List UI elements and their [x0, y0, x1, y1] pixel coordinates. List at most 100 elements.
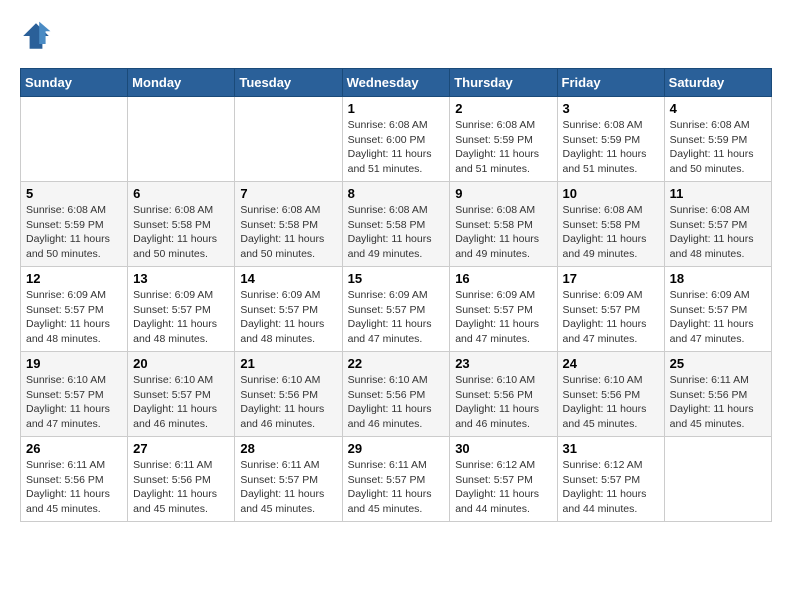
calendar-cell: 2Sunrise: 6:08 AM Sunset: 5:59 PM Daylig…	[450, 97, 557, 182]
calendar-cell: 11 Sunrise: 6:08 AM Sunset: 5:57 PM Dayli…	[664, 182, 771, 267]
calendar-cell	[664, 437, 771, 522]
day-info: Sunrise: 6:10 AM Sunset: 5:57 PM Dayligh…	[26, 373, 122, 432]
day-number: 25	[670, 356, 766, 371]
day-number: 22	[348, 356, 445, 371]
calendar-cell	[21, 97, 128, 182]
day-info: Sunrise: 6:08 AM Sunset: 5:59 PM Dayligh…	[26, 203, 122, 262]
day-number: 11	[670, 186, 766, 201]
day-info: Sunrise: 6:11 AM Sunset: 5:56 PM Dayligh…	[26, 458, 122, 517]
day-info: Sunrise: 6:08 AM Sunset: 5:58 PM Dayligh…	[133, 203, 229, 262]
day-info: Sunrise: 6:08 AM Sunset: 6:00 PM Dayligh…	[348, 118, 445, 177]
day-number: 10	[563, 186, 659, 201]
week-row-2: 5Sunrise: 6:08 AM Sunset: 5:59 PM Daylig…	[21, 182, 772, 267]
calendar-cell: 13 Sunrise: 6:09 AM Sunset: 5:57 PM Dayli…	[128, 267, 235, 352]
day-header-sunday: Sunday	[21, 69, 128, 97]
calendar-cell: 19 Sunrise: 6:10 AM Sunset: 5:57 PM Dayli…	[21, 352, 128, 437]
calendar-cell: 31 Sunrise: 6:12 AM Sunset: 5:57 PM Dayli…	[557, 437, 664, 522]
calendar-cell: 14 Sunrise: 6:09 AM Sunset: 5:57 PM Dayli…	[235, 267, 342, 352]
day-number: 27	[133, 441, 229, 456]
day-info: Sunrise: 6:11 AM Sunset: 5:57 PM Dayligh…	[348, 458, 445, 517]
calendar-cell: 26 Sunrise: 6:11 AM Sunset: 5:56 PM Dayli…	[21, 437, 128, 522]
calendar-cell: 25 Sunrise: 6:11 AM Sunset: 5:56 PM Dayli…	[664, 352, 771, 437]
day-number: 18	[670, 271, 766, 286]
calendar-cell: 3 Sunrise: 6:08 AM Sunset: 5:59 PM Daylig…	[557, 97, 664, 182]
calendar-cell: 15Sunrise: 6:09 AM Sunset: 5:57 PM Dayli…	[342, 267, 450, 352]
day-number: 30	[455, 441, 551, 456]
day-info: Sunrise: 6:08 AM Sunset: 5:58 PM Dayligh…	[563, 203, 659, 262]
day-number: 2	[455, 101, 551, 116]
calendar-header: SundayMondayTuesdayWednesdayThursdayFrid…	[21, 69, 772, 97]
day-info: Sunrise: 6:12 AM Sunset: 5:57 PM Dayligh…	[563, 458, 659, 517]
day-number: 8	[348, 186, 445, 201]
page-header	[20, 20, 772, 52]
logo	[20, 20, 56, 52]
day-number: 6	[133, 186, 229, 201]
day-info: Sunrise: 6:09 AM Sunset: 5:57 PM Dayligh…	[670, 288, 766, 347]
day-info: Sunrise: 6:10 AM Sunset: 5:56 PM Dayligh…	[240, 373, 336, 432]
day-number: 9	[455, 186, 551, 201]
calendar-cell: 29 Sunrise: 6:11 AM Sunset: 5:57 PM Dayli…	[342, 437, 450, 522]
day-number: 14	[240, 271, 336, 286]
day-info: Sunrise: 6:08 AM Sunset: 5:58 PM Dayligh…	[240, 203, 336, 262]
day-info: Sunrise: 6:10 AM Sunset: 5:56 PM Dayligh…	[455, 373, 551, 432]
day-number: 3	[563, 101, 659, 116]
calendar-cell: 8 Sunrise: 6:08 AM Sunset: 5:58 PM Daylig…	[342, 182, 450, 267]
calendar-cell: 4 Sunrise: 6:08 AM Sunset: 5:59 PM Daylig…	[664, 97, 771, 182]
day-info: Sunrise: 6:08 AM Sunset: 5:57 PM Dayligh…	[670, 203, 766, 262]
day-info: Sunrise: 6:08 AM Sunset: 5:58 PM Dayligh…	[348, 203, 445, 262]
day-header-friday: Friday	[557, 69, 664, 97]
day-info: Sunrise: 6:09 AM Sunset: 5:57 PM Dayligh…	[563, 288, 659, 347]
day-number: 21	[240, 356, 336, 371]
day-header-wednesday: Wednesday	[342, 69, 450, 97]
day-info: Sunrise: 6:08 AM Sunset: 5:59 PM Dayligh…	[563, 118, 659, 177]
calendar-cell: 24 Sunrise: 6:10 AM Sunset: 5:56 PM Dayli…	[557, 352, 664, 437]
day-info: Sunrise: 6:09 AM Sunset: 5:57 PM Dayligh…	[133, 288, 229, 347]
calendar-cell: 28Sunrise: 6:11 AM Sunset: 5:57 PM Dayli…	[235, 437, 342, 522]
day-number: 15	[348, 271, 445, 286]
day-number: 20	[133, 356, 229, 371]
calendar-cell: 18 Sunrise: 6:09 AM Sunset: 5:57 PM Dayli…	[664, 267, 771, 352]
logo-icon	[20, 20, 52, 52]
day-info: Sunrise: 6:08 AM Sunset: 5:59 PM Dayligh…	[670, 118, 766, 177]
calendar-cell: 7Sunrise: 6:08 AM Sunset: 5:58 PM Daylig…	[235, 182, 342, 267]
day-info: Sunrise: 6:10 AM Sunset: 5:56 PM Dayligh…	[563, 373, 659, 432]
week-row-1: 1 Sunrise: 6:08 AM Sunset: 6:00 PM Daylig…	[21, 97, 772, 182]
calendar-cell: 20Sunrise: 6:10 AM Sunset: 5:57 PM Dayli…	[128, 352, 235, 437]
calendar-cell: 17 Sunrise: 6:09 AM Sunset: 5:57 PM Dayli…	[557, 267, 664, 352]
calendar-cell	[235, 97, 342, 182]
calendar-cell: 21 Sunrise: 6:10 AM Sunset: 5:56 PM Dayli…	[235, 352, 342, 437]
day-number: 31	[563, 441, 659, 456]
day-info: Sunrise: 6:09 AM Sunset: 5:57 PM Dayligh…	[240, 288, 336, 347]
day-info: Sunrise: 6:09 AM Sunset: 5:57 PM Dayligh…	[26, 288, 122, 347]
day-header-saturday: Saturday	[664, 69, 771, 97]
day-info: Sunrise: 6:12 AM Sunset: 5:57 PM Dayligh…	[455, 458, 551, 517]
day-number: 29	[348, 441, 445, 456]
day-number: 23	[455, 356, 551, 371]
day-number: 13	[133, 271, 229, 286]
calendar-cell: 22 Sunrise: 6:10 AM Sunset: 5:56 PM Dayli…	[342, 352, 450, 437]
day-number: 17	[563, 271, 659, 286]
calendar-cell: 12Sunrise: 6:09 AM Sunset: 5:57 PM Dayli…	[21, 267, 128, 352]
day-number: 16	[455, 271, 551, 286]
calendar-table: SundayMondayTuesdayWednesdayThursdayFrid…	[20, 68, 772, 522]
day-number: 19	[26, 356, 122, 371]
calendar-cell: 30 Sunrise: 6:12 AM Sunset: 5:57 PM Dayli…	[450, 437, 557, 522]
week-row-5: 26 Sunrise: 6:11 AM Sunset: 5:56 PM Dayli…	[21, 437, 772, 522]
day-number: 1	[348, 101, 445, 116]
week-row-4: 19 Sunrise: 6:10 AM Sunset: 5:57 PM Dayli…	[21, 352, 772, 437]
day-info: Sunrise: 6:10 AM Sunset: 5:56 PM Dayligh…	[348, 373, 445, 432]
day-number: 24	[563, 356, 659, 371]
calendar-cell: 1 Sunrise: 6:08 AM Sunset: 6:00 PM Daylig…	[342, 97, 450, 182]
day-number: 4	[670, 101, 766, 116]
day-header-monday: Monday	[128, 69, 235, 97]
calendar-cell: 6 Sunrise: 6:08 AM Sunset: 5:58 PM Daylig…	[128, 182, 235, 267]
calendar-body: 1 Sunrise: 6:08 AM Sunset: 6:00 PM Daylig…	[21, 97, 772, 522]
day-header-tuesday: Tuesday	[235, 69, 342, 97]
calendar-cell	[128, 97, 235, 182]
day-info: Sunrise: 6:11 AM Sunset: 5:56 PM Dayligh…	[670, 373, 766, 432]
day-info: Sunrise: 6:09 AM Sunset: 5:57 PM Dayligh…	[455, 288, 551, 347]
calendar-cell: 27Sunrise: 6:11 AM Sunset: 5:56 PM Dayli…	[128, 437, 235, 522]
days-of-week-row: SundayMondayTuesdayWednesdayThursdayFrid…	[21, 69, 772, 97]
day-number: 28	[240, 441, 336, 456]
day-number: 26	[26, 441, 122, 456]
